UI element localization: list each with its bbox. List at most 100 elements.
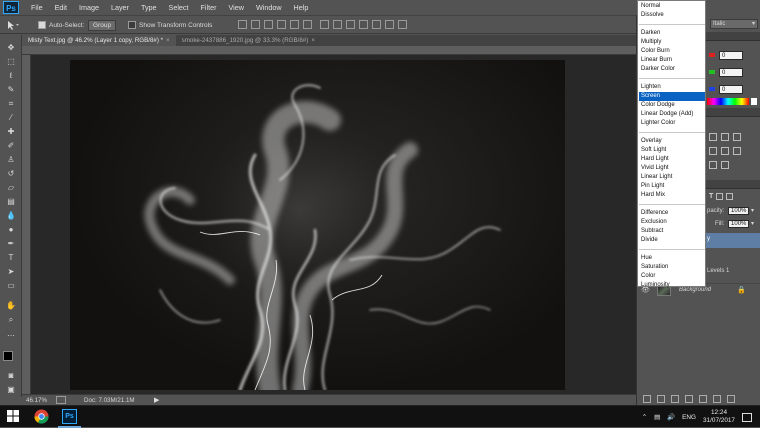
zoom-level[interactable]: 46.17% bbox=[22, 397, 52, 404]
document-info-icon[interactable] bbox=[56, 396, 66, 404]
auto-align-icon[interactable] bbox=[398, 20, 407, 29]
green-value-field[interactable]: 0 bbox=[719, 68, 743, 77]
white-swatch[interactable] bbox=[751, 98, 757, 105]
hand-tool-icon[interactable]: ✋ bbox=[5, 301, 17, 311]
brush-tool-icon[interactable]: ✐ bbox=[5, 141, 17, 151]
workspace-select[interactable]: Italic ▾ bbox=[710, 19, 758, 29]
move-tool-icon[interactable]: ✥ bbox=[5, 43, 17, 53]
align-hcenter-icon[interactable] bbox=[290, 20, 299, 29]
blend-mode-option[interactable]: Luminosity bbox=[639, 281, 705, 290]
blend-mode-option[interactable]: Vivid Light bbox=[639, 164, 705, 173]
blend-mode-option[interactable]: Subtract bbox=[639, 227, 705, 236]
distribute-top-icon[interactable] bbox=[320, 20, 329, 29]
shape-filter-icon[interactable] bbox=[716, 193, 724, 200]
move-tool-preset-icon[interactable] bbox=[6, 19, 20, 31]
marquee-tool-icon[interactable]: ⬚ bbox=[5, 57, 17, 67]
eyedropper-tool-icon[interactable]: ⁄ bbox=[5, 113, 17, 123]
dodge-tool-icon[interactable]: ● bbox=[5, 225, 17, 235]
blend-mode-option[interactable]: Color bbox=[639, 272, 705, 281]
link-layers-icon[interactable] bbox=[643, 395, 651, 403]
adjustment-layer-icon[interactable] bbox=[685, 395, 693, 403]
menu-help[interactable]: Help bbox=[288, 3, 315, 12]
menu-window[interactable]: Window bbox=[250, 3, 288, 12]
menu-filter[interactable]: Filter bbox=[195, 3, 223, 12]
blend-mode-option[interactable]: Color Burn bbox=[639, 47, 705, 56]
color-spectrum-bar[interactable] bbox=[707, 98, 749, 105]
blend-mode-option[interactable]: Pin Light bbox=[639, 182, 705, 191]
menu-file[interactable]: File bbox=[25, 3, 49, 12]
menu-image[interactable]: Image bbox=[73, 3, 105, 12]
menu-edit[interactable]: Edit bbox=[49, 3, 73, 12]
tab-misty-text[interactable]: Misty Text.jpg @ 46.2% (Layer 1 copy, RG… bbox=[22, 35, 176, 46]
blend-mode-option[interactable]: Darker Color bbox=[639, 65, 705, 74]
smart-object-filter-icon[interactable] bbox=[726, 193, 734, 200]
blend-mode-option[interactable]: Normal bbox=[639, 2, 705, 11]
healing-brush-tool-icon[interactable]: ✚ bbox=[5, 127, 17, 137]
blur-tool-icon[interactable]: 💧 bbox=[5, 211, 17, 221]
path-select-tool-icon[interactable]: ➤ bbox=[5, 267, 17, 277]
quick-mask-icon[interactable]: ◙ bbox=[5, 371, 17, 381]
auto-select-checkbox[interactable] bbox=[38, 21, 46, 29]
close-icon[interactable]: × bbox=[311, 37, 315, 44]
type-tool-icon[interactable]: T bbox=[5, 253, 17, 263]
auto-select-option[interactable]: Auto-Select: bbox=[38, 19, 84, 31]
chevron-up-icon[interactable]: ⌃ bbox=[642, 413, 647, 421]
blend-mode-option[interactable]: Saturation bbox=[639, 263, 705, 272]
blend-mode-option[interactable]: Lighten bbox=[639, 83, 705, 92]
fill-value[interactable]: 100% bbox=[728, 220, 750, 228]
fx-icon[interactable] bbox=[657, 395, 665, 403]
blend-mode-option[interactable]: Hard Mix bbox=[639, 191, 705, 200]
foreground-color-swatch[interactable] bbox=[3, 351, 13, 361]
volume-icon[interactable]: 🔊 bbox=[667, 413, 675, 421]
blend-mode-option[interactable]: Dissolve bbox=[639, 11, 705, 20]
blend-mode-option[interactable]: Overlay bbox=[639, 137, 705, 146]
pen-tool-icon[interactable]: ✒ bbox=[5, 239, 17, 249]
new-group-icon[interactable] bbox=[699, 395, 707, 403]
status-menu-arrow-icon[interactable]: ▶ bbox=[154, 396, 159, 404]
language-indicator[interactable]: ENG bbox=[682, 414, 696, 421]
photoshop-taskbar-icon[interactable]: Ps bbox=[62, 409, 77, 424]
distribute-hcenter-icon[interactable] bbox=[372, 20, 381, 29]
color-lookup-icon[interactable] bbox=[733, 147, 741, 155]
menu-view[interactable]: View bbox=[223, 3, 250, 12]
network-icon[interactable]: ▤ bbox=[654, 413, 660, 421]
align-bottom-icon[interactable] bbox=[264, 20, 273, 29]
blend-mode-option[interactable]: Hue bbox=[639, 254, 705, 263]
rectangle-tool-icon[interactable]: ▭ bbox=[5, 281, 17, 291]
menu-layer[interactable]: Layer bbox=[105, 3, 135, 12]
threshold-icon[interactable] bbox=[709, 161, 717, 169]
chevron-down-icon[interactable]: ▾ bbox=[751, 208, 754, 214]
align-left-icon[interactable] bbox=[277, 20, 286, 29]
auto-select-target-dropdown[interactable]: Group bbox=[88, 19, 117, 31]
blend-mode-option[interactable]: Multiply bbox=[639, 38, 705, 47]
screen-mode-icon[interactable]: ▣ bbox=[5, 385, 17, 395]
channel-mixer-icon[interactable] bbox=[721, 147, 729, 155]
delete-layer-icon[interactable] bbox=[727, 395, 735, 403]
type-filter-icon[interactable]: T bbox=[709, 193, 713, 200]
show-transform-checkbox[interactable] bbox=[128, 21, 136, 29]
lasso-tool-icon[interactable]: ℓ bbox=[5, 71, 17, 81]
windows-start-icon[interactable] bbox=[6, 409, 21, 424]
history-brush-tool-icon[interactable]: ↺ bbox=[5, 169, 17, 179]
new-layer-icon[interactable] bbox=[713, 395, 721, 403]
gradient-tool-icon[interactable]: ▤ bbox=[5, 197, 17, 207]
show-transform-option[interactable]: Show Transform Controls bbox=[128, 19, 212, 31]
blend-mode-option[interactable]: Hard Light bbox=[639, 155, 705, 164]
opacity-value[interactable]: 100% bbox=[728, 207, 750, 215]
add-mask-icon[interactable] bbox=[671, 395, 679, 403]
photo-filter-icon[interactable] bbox=[709, 147, 717, 155]
quick-select-tool-icon[interactable]: ✎ bbox=[5, 85, 17, 95]
blend-mode-option[interactable]: Divide bbox=[639, 236, 705, 245]
group-select-value[interactable]: Group bbox=[88, 19, 117, 31]
blend-mode-option[interactable]: Linear Dodge (Add) bbox=[639, 110, 705, 119]
smoke-image[interactable] bbox=[70, 60, 565, 390]
gradient-map-icon[interactable] bbox=[721, 161, 729, 169]
crop-tool-icon[interactable]: ⌗ bbox=[5, 99, 17, 109]
blend-mode-option[interactable]: Color Dodge bbox=[639, 101, 705, 110]
vertical-ruler[interactable] bbox=[22, 55, 31, 394]
align-right-icon[interactable] bbox=[303, 20, 312, 29]
blend-mode-option[interactable]: Difference bbox=[639, 209, 705, 218]
curves-icon[interactable] bbox=[709, 133, 717, 141]
blend-mode-option[interactable]: Lighter Color bbox=[639, 119, 705, 128]
close-icon[interactable]: × bbox=[166, 37, 170, 44]
